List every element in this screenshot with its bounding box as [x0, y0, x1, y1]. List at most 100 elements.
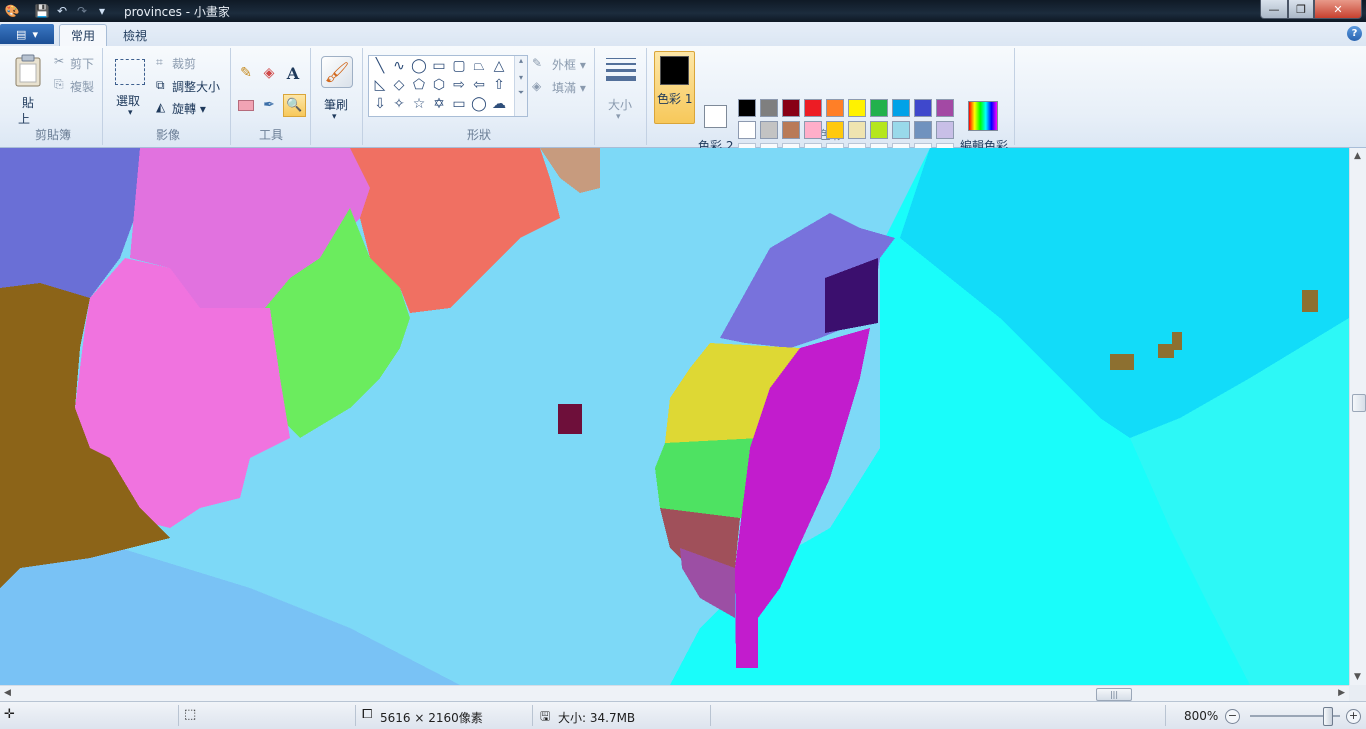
- diamond-shape-icon[interactable]: ◇: [390, 76, 408, 94]
- oval-shape-icon[interactable]: ◯: [410, 57, 428, 75]
- scroll-right-arrow-icon[interactable]: ▶: [1338, 688, 1345, 698]
- palette-color-swatch[interactable]: [848, 99, 866, 117]
- status-divider: [355, 705, 356, 726]
- pencil-tool[interactable]: ✎: [236, 63, 256, 83]
- horizontal-scroll-thumb[interactable]: |||: [1096, 688, 1132, 701]
- palette-color-swatch[interactable]: [738, 99, 756, 117]
- tab-view[interactable]: 檢視: [112, 24, 158, 46]
- arrow-left-shape-icon[interactable]: ⇦: [470, 76, 488, 94]
- magnifier-tool[interactable]: 🔍: [283, 94, 306, 117]
- palette-color-swatch[interactable]: [870, 121, 888, 139]
- province-map-image: [0, 148, 1349, 685]
- size-group: 大小 ▾: [596, 48, 647, 145]
- undo-icon[interactable]: ↶: [54, 3, 70, 19]
- zoom-slider-thumb[interactable]: [1323, 707, 1333, 726]
- palette-color-swatch[interactable]: [848, 121, 866, 139]
- color-picker-tool[interactable]: ✒: [259, 95, 279, 115]
- arrow-right-shape-icon[interactable]: ⇨: [450, 76, 468, 94]
- palette-color-swatch[interactable]: [892, 99, 910, 117]
- scroll-up-icon[interactable]: ▴: [515, 56, 527, 65]
- pentagon-shape-icon[interactable]: ⬠: [410, 76, 428, 94]
- copy-button[interactable]: 複製: [70, 78, 94, 95]
- app-menu-button[interactable]: ▤ ▾: [0, 24, 54, 44]
- shapes-gallery-scroll[interactable]: ▴ ▾ ⏷: [514, 56, 527, 116]
- expand-gallery-icon[interactable]: ⏷: [515, 88, 527, 98]
- rectangle-shape-icon[interactable]: ▭: [430, 57, 448, 75]
- resize-button[interactable]: 調整大小: [172, 78, 220, 95]
- rect-callout-shape-icon[interactable]: ▭: [450, 95, 468, 113]
- line-shape-icon[interactable]: ╲: [371, 57, 389, 75]
- palette-color-swatch[interactable]: [804, 99, 822, 117]
- scrollbar-corner: [1349, 685, 1366, 701]
- brushes-button[interactable]: 🖌 筆刷 ▾: [318, 54, 356, 122]
- polygon-shape-icon[interactable]: ⏢: [470, 57, 488, 75]
- maximize-button[interactable]: ❐: [1288, 0, 1314, 19]
- oval-callout-shape-icon[interactable]: ◯: [470, 95, 488, 113]
- four-point-star-shape-icon[interactable]: ✧: [390, 95, 408, 113]
- palette-color-swatch[interactable]: [870, 99, 888, 117]
- hexagon-shape-icon[interactable]: ⬡: [430, 76, 448, 94]
- paste-label-2: 上: [18, 112, 31, 126]
- drawing-canvas[interactable]: [0, 148, 1349, 685]
- vertical-scrollbar[interactable]: ▲ ▼: [1349, 148, 1366, 685]
- paste-label: 貼: [22, 96, 35, 110]
- rounded-rectangle-shape-icon[interactable]: ▢: [450, 57, 468, 75]
- arrow-down-shape-icon[interactable]: ⇩: [371, 95, 389, 113]
- paint-app-icon[interactable]: 🎨: [4, 3, 20, 19]
- shape-fill-button[interactable]: 填滿 ▾: [552, 79, 586, 96]
- palette-color-swatch[interactable]: [738, 121, 756, 139]
- palette-color-swatch[interactable]: [804, 121, 822, 139]
- triangle-shape-icon[interactable]: △: [490, 57, 508, 75]
- horizontal-scrollbar[interactable]: ◀ ||| ▶: [0, 685, 1349, 702]
- cloud-callout-shape-icon[interactable]: ☁: [490, 95, 508, 113]
- zoom-out-button[interactable]: −: [1225, 709, 1240, 724]
- size-button[interactable]: 大小 ▾: [602, 54, 640, 122]
- select-dropdown-icon: ▾: [128, 108, 133, 118]
- zoom-level: 800%: [1184, 709, 1219, 723]
- palette-color-swatch[interactable]: [760, 121, 778, 139]
- crop-button[interactable]: 裁剪: [172, 55, 196, 72]
- zoom-in-button[interactable]: +: [1346, 709, 1361, 724]
- save-icon[interactable]: 💾: [34, 3, 50, 19]
- palette-color-swatch[interactable]: [782, 121, 800, 139]
- disk-icon: 🖫: [540, 709, 551, 723]
- palette-color-swatch[interactable]: [936, 121, 954, 139]
- scroll-down-arrow-icon[interactable]: ▼: [1354, 672, 1361, 682]
- palette-color-swatch[interactable]: [936, 99, 954, 117]
- six-point-star-shape-icon[interactable]: ✡: [430, 95, 448, 113]
- curve-shape-icon[interactable]: ∿: [390, 57, 408, 75]
- palette-color-swatch[interactable]: [914, 99, 932, 117]
- vertical-scroll-thumb[interactable]: [1352, 394, 1366, 412]
- minimize-button[interactable]: —: [1260, 0, 1288, 19]
- scroll-down-icon[interactable]: ▾: [515, 73, 527, 82]
- text-tool[interactable]: A: [283, 63, 303, 83]
- tab-home[interactable]: 常用: [59, 24, 107, 46]
- five-point-star-shape-icon[interactable]: ☆: [410, 95, 428, 113]
- palette-color-swatch[interactable]: [782, 99, 800, 117]
- brush-icon: 🖌: [321, 56, 353, 88]
- scroll-up-arrow-icon[interactable]: ▲: [1354, 151, 1361, 161]
- arrow-up-shape-icon[interactable]: ⇧: [490, 76, 508, 94]
- redo-icon[interactable]: ↷: [74, 3, 90, 19]
- help-icon[interactable]: ?: [1347, 26, 1362, 41]
- palette-color-swatch[interactable]: [760, 99, 778, 117]
- color-1-button[interactable]: 色彩 1: [654, 51, 695, 124]
- clipboard-icon: [15, 54, 41, 87]
- palette-color-swatch[interactable]: [826, 121, 844, 139]
- palette-color-swatch[interactable]: [826, 99, 844, 117]
- cut-button[interactable]: 剪下: [70, 55, 94, 72]
- select-button[interactable]: 選取 ▾: [112, 56, 148, 122]
- palette-color-swatch[interactable]: [914, 121, 932, 139]
- palette-color-swatch[interactable]: [892, 121, 910, 139]
- ribbon: 貼 上 ✂ 剪下 ⎘ 複製 剪貼簿 選取 ▾ ⌗ 裁剪 ⧉ 調整大小 ◭ 旋轉 …: [0, 46, 1366, 161]
- title-bar: 🎨 💾 ↶ ↷ ▾ provinces - 小畫家 — ❐ ✕: [0, 0, 1366, 22]
- right-triangle-shape-icon[interactable]: ◺: [371, 76, 389, 94]
- fill-tool[interactable]: ◈: [259, 63, 279, 83]
- outline-button[interactable]: 外框 ▾: [552, 56, 586, 73]
- eraser-tool[interactable]: [236, 95, 256, 115]
- paste-button[interactable]: 貼 上: [10, 52, 46, 126]
- customize-qat-icon[interactable]: ▾: [94, 3, 110, 19]
- rotate-button[interactable]: 旋轉 ▾: [172, 100, 206, 117]
- scroll-left-arrow-icon[interactable]: ◀: [4, 688, 11, 698]
- close-button[interactable]: ✕: [1314, 0, 1362, 19]
